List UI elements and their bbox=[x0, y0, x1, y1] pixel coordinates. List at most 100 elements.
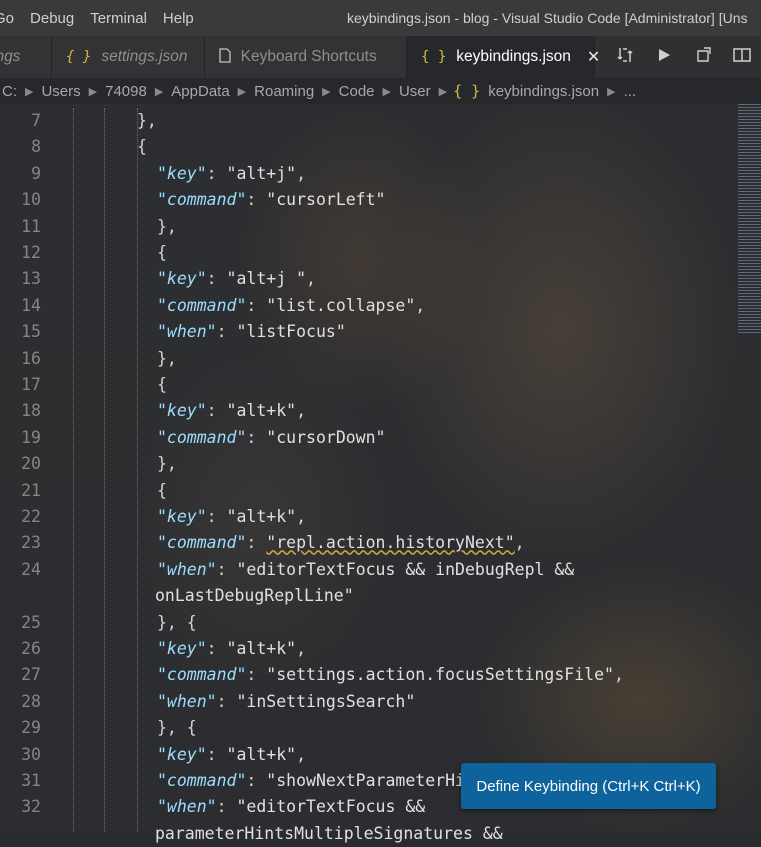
code-line[interactable]: 16}, bbox=[0, 346, 735, 372]
json-punctuation: { bbox=[157, 375, 167, 394]
chevron-right-icon: ▶ bbox=[25, 85, 34, 98]
split-editor-icon[interactable] bbox=[722, 47, 761, 68]
code-text: "key": "alt+k", bbox=[157, 398, 306, 424]
code-line[interactable]: 15 "when": "listFocus" bbox=[0, 319, 735, 345]
json-icon: { } bbox=[453, 82, 481, 100]
code-text: }, bbox=[137, 108, 157, 134]
breadcrumb-item[interactable]: Code bbox=[337, 83, 377, 100]
json-string: "editorTextFocus && bbox=[236, 797, 426, 817]
json-punctuation: , bbox=[296, 639, 307, 658]
code-line[interactable]: 29}, { bbox=[0, 715, 735, 741]
tab-settings-partial[interactable]: ings bbox=[0, 36, 53, 78]
json-key: "command" bbox=[157, 190, 247, 210]
code-line[interactable]: 28 "when": "inSettingsSearch" bbox=[0, 689, 735, 715]
code-text: { bbox=[157, 240, 167, 266]
code-line[interactable]: 20}, bbox=[0, 451, 735, 477]
code-line[interactable]: 10 "command": "cursorLeft" bbox=[0, 187, 735, 213]
breadcrumb-item[interactable]: ... bbox=[622, 83, 639, 100]
code-line[interactable]: 26 "key": "alt+k", bbox=[0, 636, 735, 662]
json-string: "inSettingsSearch" bbox=[236, 691, 416, 711]
line-number: 10 bbox=[21, 190, 41, 210]
window-title: keybindings.json - blog - Visual Studio … bbox=[347, 10, 748, 26]
line-number: 18 bbox=[21, 401, 41, 421]
json-punctuation: : bbox=[206, 744, 227, 764]
open-preview-icon[interactable] bbox=[683, 46, 722, 68]
code-text: "key": "alt+k", bbox=[157, 636, 306, 662]
json-string: parameterHintsMultipleSignatures && bbox=[155, 823, 503, 843]
code-text: "command": "settings.action.focusSetting… bbox=[157, 662, 624, 688]
code-line[interactable]: 18 "key": "alt+k", bbox=[0, 398, 735, 424]
code-line[interactable]: 17 { bbox=[0, 372, 735, 398]
code-line[interactable]: 7}, bbox=[0, 108, 735, 134]
tab-keyboard-shortcuts[interactable]: Keyboard Shortcuts bbox=[204, 36, 407, 78]
json-string: "cursorLeft" bbox=[266, 190, 386, 210]
code-line[interactable]: 13 "key": "alt+j ", bbox=[0, 266, 735, 292]
code-editor[interactable]: 7}, 8{9 "key": "alt+j", 10 "command": "curso… bbox=[0, 108, 735, 843]
define-keybinding-button[interactable]: Define Keybinding (Ctrl+K Ctrl+K) bbox=[461, 763, 716, 809]
code-line[interactable]: 8{ bbox=[0, 134, 735, 160]
tab-label: Keyboard Shortcuts bbox=[240, 48, 377, 65]
tab-settings-json[interactable]: { } settings.json bbox=[52, 36, 205, 78]
json-punctuation: : bbox=[246, 427, 267, 447]
json-punctuation: : bbox=[206, 639, 227, 658]
line-number: 12 bbox=[21, 243, 41, 262]
breadcrumb-item[interactable]: AppData bbox=[169, 83, 231, 100]
json-key: "key" bbox=[157, 507, 207, 526]
code-line[interactable]: 14 "command": "list.collapse", bbox=[0, 293, 735, 319]
breadcrumb-item[interactable]: User bbox=[397, 83, 433, 100]
json-string: "alt+k" bbox=[226, 639, 297, 658]
json-key: "command" bbox=[157, 295, 247, 315]
code-line[interactable]: 25}, { bbox=[0, 610, 735, 636]
code-text: "command": "list.collapse", bbox=[157, 293, 425, 319]
breadcrumb-item[interactable]: 74098 bbox=[103, 83, 149, 100]
breadcrumb-item[interactable]: Roaming bbox=[252, 83, 316, 100]
breadcrumb-item[interactable]: C: bbox=[0, 83, 19, 100]
json-string: "alt+j " bbox=[226, 269, 307, 289]
chevron-right-icon: ▶ bbox=[154, 85, 164, 98]
minimap[interactable] bbox=[738, 104, 761, 334]
code-text: onLastDebugReplLine" bbox=[155, 583, 354, 609]
json-icon: { } bbox=[421, 49, 447, 65]
code-line[interactable]: 19 "command": "cursorDown" bbox=[0, 425, 735, 451]
code-line[interactable]: 22 "key": "alt+k", bbox=[0, 504, 735, 530]
menu-help[interactable]: Help bbox=[155, 10, 202, 27]
breadcrumb-item[interactable]: keybindings.json bbox=[486, 83, 601, 100]
chevron-right-icon: ▶ bbox=[237, 85, 247, 98]
json-string: "settings.action.focusSettingsFile" bbox=[266, 665, 614, 685]
code-text: "command": "cursorLeft" bbox=[157, 187, 386, 213]
json-punctuation: : bbox=[216, 691, 237, 711]
json-key: "when" bbox=[157, 691, 217, 711]
line-number: 26 bbox=[21, 639, 41, 658]
menu-terminal[interactable]: Terminal bbox=[82, 10, 155, 27]
code-line[interactable]: parameterHintsMultipleSignatures && bbox=[0, 821, 735, 847]
code-line[interactable]: 27 "command": "settings.action.focusSetti… bbox=[0, 662, 735, 688]
json-string: "listFocus" bbox=[236, 322, 346, 342]
json-punctuation: : bbox=[246, 295, 267, 315]
code-text: "key": "alt+j ", bbox=[157, 266, 316, 292]
tab-label: settings.json bbox=[101, 48, 188, 65]
json-punctuation: }, bbox=[137, 111, 157, 130]
code-line[interactable]: 21 { bbox=[0, 478, 735, 504]
code-line[interactable]: 12 { bbox=[0, 240, 735, 266]
code-line[interactable]: 11}, bbox=[0, 214, 735, 240]
json-punctuation: : bbox=[216, 797, 237, 817]
compare-icon[interactable] bbox=[605, 46, 644, 69]
json-key: "when" bbox=[157, 322, 217, 342]
json-punctuation: }, bbox=[157, 216, 177, 236]
menu-debug[interactable]: Debug bbox=[22, 10, 82, 27]
menu-go[interactable]: Go bbox=[0, 10, 22, 27]
breadcrumb-item[interactable]: Users bbox=[39, 83, 82, 100]
json-string: "repl.action.historyNext" bbox=[266, 533, 515, 553]
code-line[interactable]: onLastDebugReplLine" bbox=[0, 583, 735, 609]
run-icon[interactable] bbox=[644, 47, 683, 68]
tab-keybindings-json[interactable]: { } keybindings.json ✕ bbox=[407, 36, 600, 78]
line-number: 30 bbox=[21, 744, 41, 764]
code-line[interactable]: 9 "key": "alt+j", bbox=[0, 161, 735, 187]
json-punctuation: , bbox=[613, 665, 624, 685]
editor-tab-bar: ings { } settings.json Keyboard Shortcut… bbox=[0, 36, 761, 78]
line-number: 23 bbox=[21, 533, 41, 553]
code-line[interactable]: 23 "command": "repl.action.historyNext", bbox=[0, 530, 735, 556]
code-line[interactable]: 24 "when": "editorTextFocus && inDebugRep… bbox=[0, 557, 735, 583]
json-string: onLastDebugReplLine" bbox=[155, 586, 354, 606]
json-key: "key" bbox=[157, 744, 207, 764]
